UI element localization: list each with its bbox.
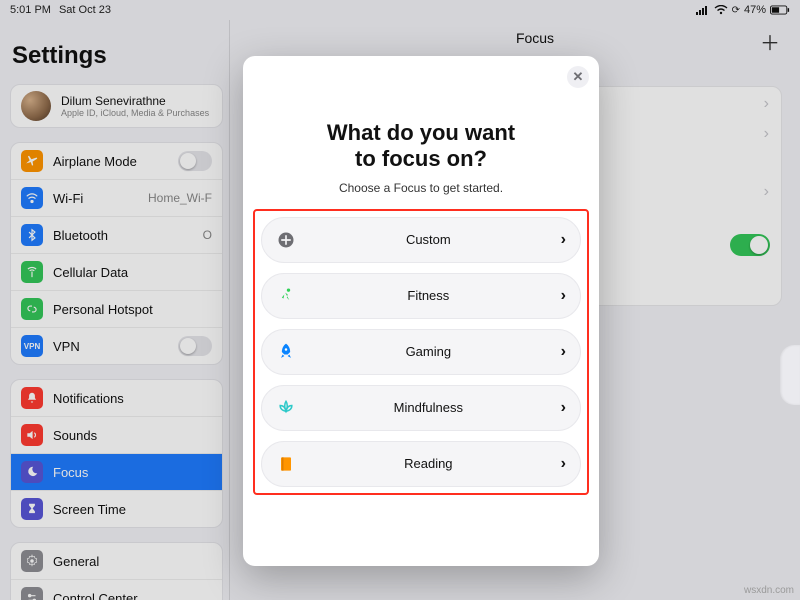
chevron-right-icon: › — [561, 399, 566, 417]
plus-circle-icon — [276, 230, 296, 250]
focus-option-reading[interactable]: Reading › — [261, 441, 581, 487]
rocket-icon — [276, 342, 296, 362]
option-label: Reading — [308, 456, 549, 471]
focus-picker-modal: ✕ What do you wantto focus on? Choose a … — [243, 56, 599, 566]
focus-option-custom[interactable]: Custom › — [261, 217, 581, 263]
option-highlight: Custom › Fitness › Gaming › Mindfulness … — [253, 209, 589, 495]
focus-option-fitness[interactable]: Fitness › — [261, 273, 581, 319]
option-label: Mindfulness — [308, 400, 549, 415]
lotus-icon — [276, 398, 296, 418]
slide-over-grabber[interactable] — [780, 345, 800, 405]
option-label: Custom — [308, 232, 549, 247]
chevron-right-icon: › — [561, 343, 566, 361]
focus-option-mindfulness[interactable]: Mindfulness › — [261, 385, 581, 431]
chevron-right-icon: › — [561, 287, 566, 305]
watermark: wsxdn.com — [744, 585, 794, 596]
chevron-right-icon: › — [561, 231, 566, 249]
close-button[interactable]: ✕ — [567, 66, 589, 88]
option-label: Fitness — [308, 288, 549, 303]
chevron-right-icon: › — [561, 455, 566, 473]
modal-subheading: Choose a Focus to get started. — [243, 181, 599, 195]
book-icon — [276, 454, 296, 474]
option-label: Gaming — [308, 344, 549, 359]
running-icon — [276, 286, 296, 306]
modal-heading: What do you wantto focus on? — [243, 56, 599, 173]
close-icon: ✕ — [573, 69, 584, 85]
focus-option-gaming[interactable]: Gaming › — [261, 329, 581, 375]
